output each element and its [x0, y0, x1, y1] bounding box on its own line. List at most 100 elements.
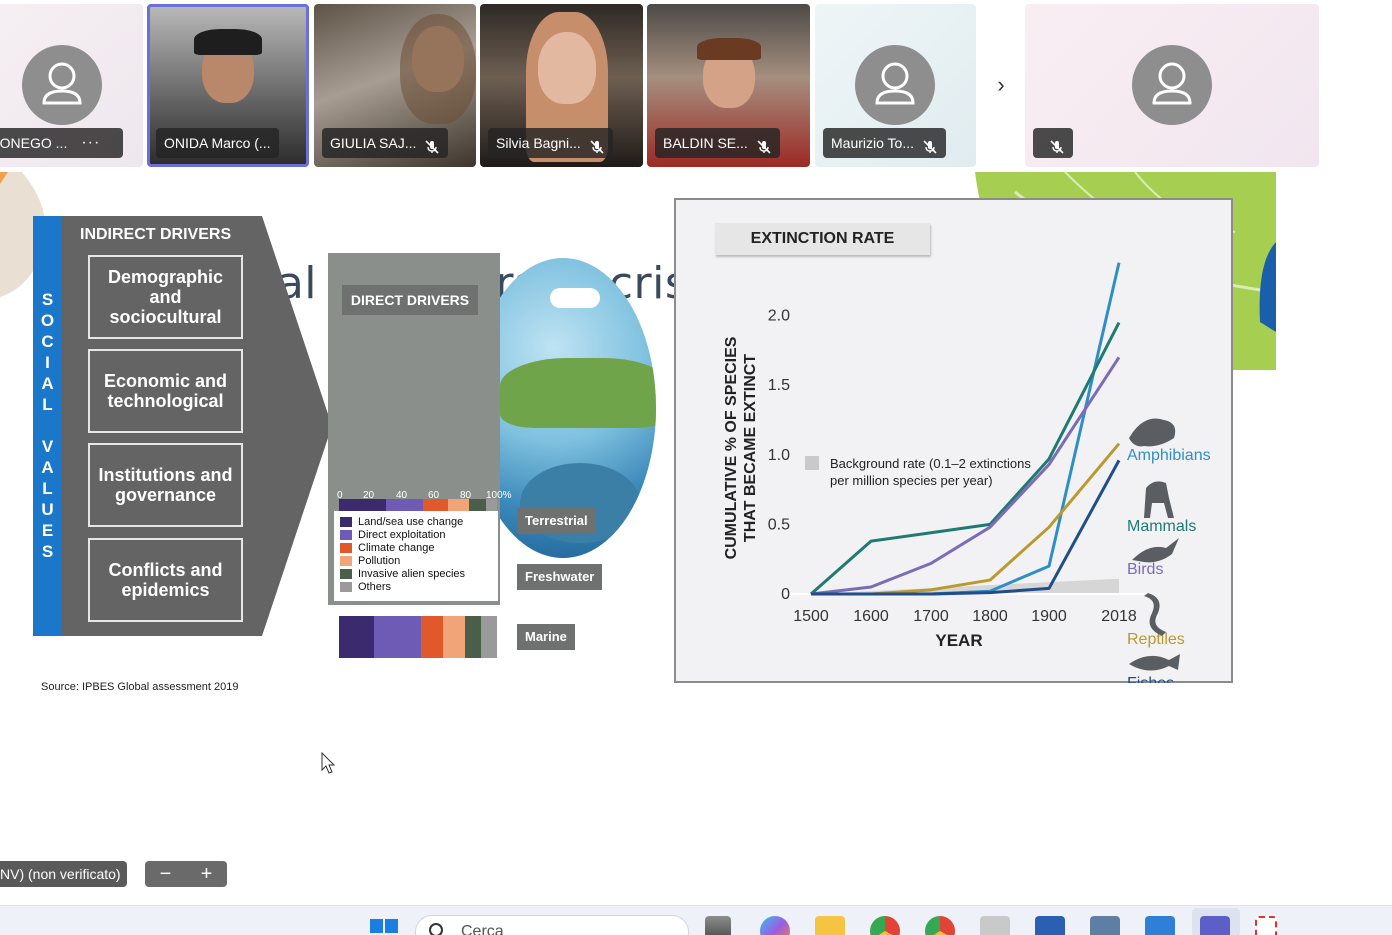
x-axis-title: YEAR — [935, 631, 982, 650]
y-tick-label: 2.0 — [768, 308, 790, 325]
more-options-icon[interactable]: ··· — [81, 128, 100, 158]
caption-label: NV) (non verificato) — [0, 861, 127, 887]
zoom-controls: − + — [145, 861, 227, 887]
teams-icon[interactable] — [1200, 916, 1230, 935]
legend-label: Climate change — [358, 541, 435, 554]
fish-icon — [1129, 654, 1180, 671]
y-tick-label: 1.5 — [768, 377, 790, 394]
participant-name-tag: Silvia Bagni... — [488, 128, 613, 158]
legend-item: Climate change — [340, 541, 492, 554]
task-view-icon[interactable] — [705, 916, 731, 935]
calculator-icon[interactable] — [1090, 916, 1120, 935]
bird-icon — [1132, 538, 1179, 563]
series-label-reptiles: Reptiles — [1127, 631, 1185, 648]
series-label-mammals: Mammals — [1127, 518, 1196, 535]
indirect-driver-box: Economic and technological — [88, 349, 243, 433]
background-rate-label-line: Background rate (0.1–2 extinctions — [830, 456, 1031, 471]
photos-icon[interactable] — [1145, 916, 1175, 935]
realm-label-terrestrial: Terrestrial — [517, 508, 596, 534]
driver-stacked-bar-marine — [339, 616, 497, 658]
participant-tile-3[interactable]: GIULIA SAJ... — [314, 4, 476, 167]
x-tick-label: 2018 — [1101, 608, 1137, 625]
participant-tile-2[interactable]: ONIDA Marco (... — [147, 4, 309, 167]
participant-tile-5[interactable]: BALDIN SE... — [647, 4, 810, 167]
participant-tile-7[interactable] — [1025, 4, 1319, 167]
legend-swatch — [340, 516, 352, 527]
legend-swatch — [340, 529, 352, 540]
participant-hair — [697, 38, 761, 60]
participant-name-tag: GIULIA SAJ... — [322, 128, 449, 158]
legend-label: Invasive alien species — [358, 567, 466, 580]
frog-icon — [1129, 418, 1176, 447]
legend-swatch — [340, 568, 352, 579]
participant-hair — [400, 14, 476, 124]
participant-name-tag: MONEGO ... ··· — [0, 128, 123, 158]
participant-headset — [194, 29, 262, 55]
driver-segment — [421, 616, 444, 658]
y-tick-label: 0 — [781, 586, 790, 603]
app-icon[interactable] — [980, 916, 1010, 935]
snipping-tool-icon[interactable] — [1255, 916, 1277, 935]
y-tick-label: 1.0 — [768, 447, 790, 464]
percent-tick: 0 — [337, 490, 343, 501]
legend-label: Pollution — [358, 554, 401, 567]
legend-label: Direct exploitation — [358, 528, 446, 541]
social-values-label: SOCIAL VALUES — [38, 289, 57, 563]
windows-start-icon[interactable] — [369, 918, 399, 935]
word-icon[interactable] — [1035, 916, 1065, 935]
participant-tile-6[interactable]: Maurizio To... — [815, 4, 976, 167]
participant-name: MONEGO ... — [0, 135, 68, 151]
background-rate-swatch — [805, 456, 819, 470]
participant-tile-1[interactable]: MONEGO ... ··· — [0, 4, 143, 167]
x-tick-label: 1700 — [913, 608, 949, 625]
participant-name: GIULIA SAJ... — [330, 135, 417, 151]
participant-tile-4[interactable]: Silvia Bagni... — [480, 4, 643, 167]
chart-title: EXTINCTION RATE — [715, 223, 930, 255]
percent-tick: 40 — [396, 490, 408, 501]
y-axis-title-line1: CUMULATIVE % OF SPECIES — [723, 336, 740, 559]
legend-label: Others — [358, 580, 392, 593]
direct-drivers-legend: Land/sea use change Direct exploitation Cl… — [334, 511, 498, 601]
driver-segment — [373, 616, 422, 658]
driver-segment — [339, 616, 374, 658]
legend-item: Land/sea use change — [340, 515, 492, 528]
indirect-driver-box: Conflicts and epidemics — [88, 538, 243, 622]
search-icon — [429, 923, 443, 935]
x-tick-label: 1800 — [972, 608, 1008, 625]
driver-segment — [481, 616, 497, 658]
mic-off-icon — [424, 135, 440, 154]
driver-segment — [443, 616, 466, 658]
participant-video — [538, 32, 596, 104]
x-tick-label: 1500 — [793, 608, 829, 625]
zoom-in-button[interactable]: + — [201, 863, 213, 886]
participant-name: ONIDA Marco (... — [164, 135, 271, 151]
y-tick-label: 0.5 — [768, 516, 790, 533]
teams-meeting-window: MONEGO ... ··· ONIDA Marco (... GIULIA S… — [0, 0, 1392, 935]
legend-item: Direct exploitation — [340, 528, 492, 541]
percent-tick: 80 — [460, 490, 472, 501]
extinction-rate-chart: Background rate (0.1–2 extinctions per mi… — [723, 238, 1211, 683]
deer-icon — [1144, 481, 1174, 518]
mouse-pointer-icon — [321, 752, 335, 774]
next-participants-button[interactable]: › — [981, 6, 1021, 164]
participant-name: BALDIN SE... — [663, 135, 748, 151]
social-values-bar: SOCIAL VALUES — [33, 216, 62, 636]
legend-item: Pollution — [340, 554, 492, 567]
file-explorer-icon[interactable] — [815, 916, 845, 935]
taskbar-search-box[interactable] — [415, 915, 689, 935]
indirect-driver-box: Demographic and sociocultural — [88, 255, 243, 339]
mic-off-icon — [1049, 135, 1065, 154]
percent-tick: 20 — [363, 490, 375, 501]
zoom-out-button[interactable]: − — [160, 863, 172, 886]
indirect-drivers-title: INDIRECT DRIVERS — [80, 226, 232, 243]
x-tick-label: 1600 — [853, 608, 889, 625]
legend-item: Others — [340, 580, 492, 593]
indirect-driver-box: Institutions and governance — [88, 443, 243, 527]
direct-drivers-title: DIRECT DRIVERS — [342, 285, 478, 315]
participant-name-tag — [1033, 128, 1073, 158]
chevron-right-icon: › — [997, 72, 1005, 97]
realm-label-marine: Marine — [517, 624, 575, 650]
mic-off-icon — [922, 135, 938, 154]
avatar-placeholder-icon — [1132, 45, 1212, 125]
x-tick-label: 1900 — [1031, 608, 1067, 625]
